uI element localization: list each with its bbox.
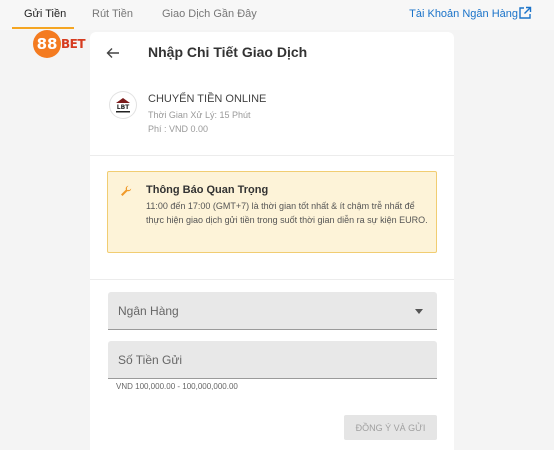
- chevron-down-icon: [415, 309, 423, 314]
- payment-method-name: CHUYỂN TIỀN ONLINE: [148, 93, 267, 105]
- tab-withdraw[interactable]: Rút Tiền: [92, 8, 133, 20]
- deposit-amount-input[interactable]: Số Tiền Gửi: [108, 341, 437, 379]
- processing-time: Thời Gian Xử Lý: 15 Phút: [148, 110, 251, 120]
- bank-account-link[interactable]: Tài Khoản Ngân Hàng: [409, 8, 518, 20]
- tab-recent-transactions[interactable]: Giao Dịch Gần Đây: [162, 8, 257, 20]
- notice-body: 11:00 đến 17:00 (GMT+7) là thời gian tốt…: [146, 201, 428, 225]
- amount-range-hint: VND 100,000.00 - 100,000,000.00: [116, 382, 238, 391]
- method-logo-text: LBT: [117, 104, 130, 111]
- transaction-fee: Phí : VND 0.00: [148, 124, 209, 134]
- tab-deposit[interactable]: Gửi Tiền: [24, 8, 66, 20]
- deposit-amount-label: Số Tiền Gửi: [118, 353, 183, 367]
- section-divider: [90, 279, 454, 280]
- back-arrow-icon[interactable]: [106, 46, 120, 60]
- bank-building-icon: LBT: [116, 98, 130, 113]
- submit-button[interactable]: ĐỒNG Ý VÀ GỬI: [344, 415, 437, 440]
- top-nav: Gửi Tiền Rút Tiền Giao Dịch Gần Đây Tài …: [0, 0, 554, 30]
- active-tab-indicator: [12, 27, 74, 29]
- logo-wordmark: BET: [61, 37, 86, 51]
- logo-badge: 88: [33, 30, 61, 58]
- wrench-icon: [121, 185, 132, 196]
- notice-title: Thông Báo Quan Trọng: [146, 184, 269, 196]
- bank-select[interactable]: Ngân Hàng: [108, 292, 437, 330]
- section-divider: [90, 155, 454, 156]
- payment-method-logo: LBT: [110, 92, 136, 118]
- transaction-panel: Nhập Chi Tiết Giao Dịch LBT CHUYỂN TIỀN …: [90, 32, 454, 450]
- important-notice: Thông Báo Quan Trọng 11:00 đến 17:00 (GM…: [107, 171, 437, 253]
- brand-logo[interactable]: 88 BET: [33, 30, 93, 58]
- external-link-icon[interactable]: [518, 6, 532, 20]
- bank-select-label: Ngân Hàng: [118, 304, 179, 318]
- page-title: Nhập Chi Tiết Giao Dịch: [148, 44, 308, 60]
